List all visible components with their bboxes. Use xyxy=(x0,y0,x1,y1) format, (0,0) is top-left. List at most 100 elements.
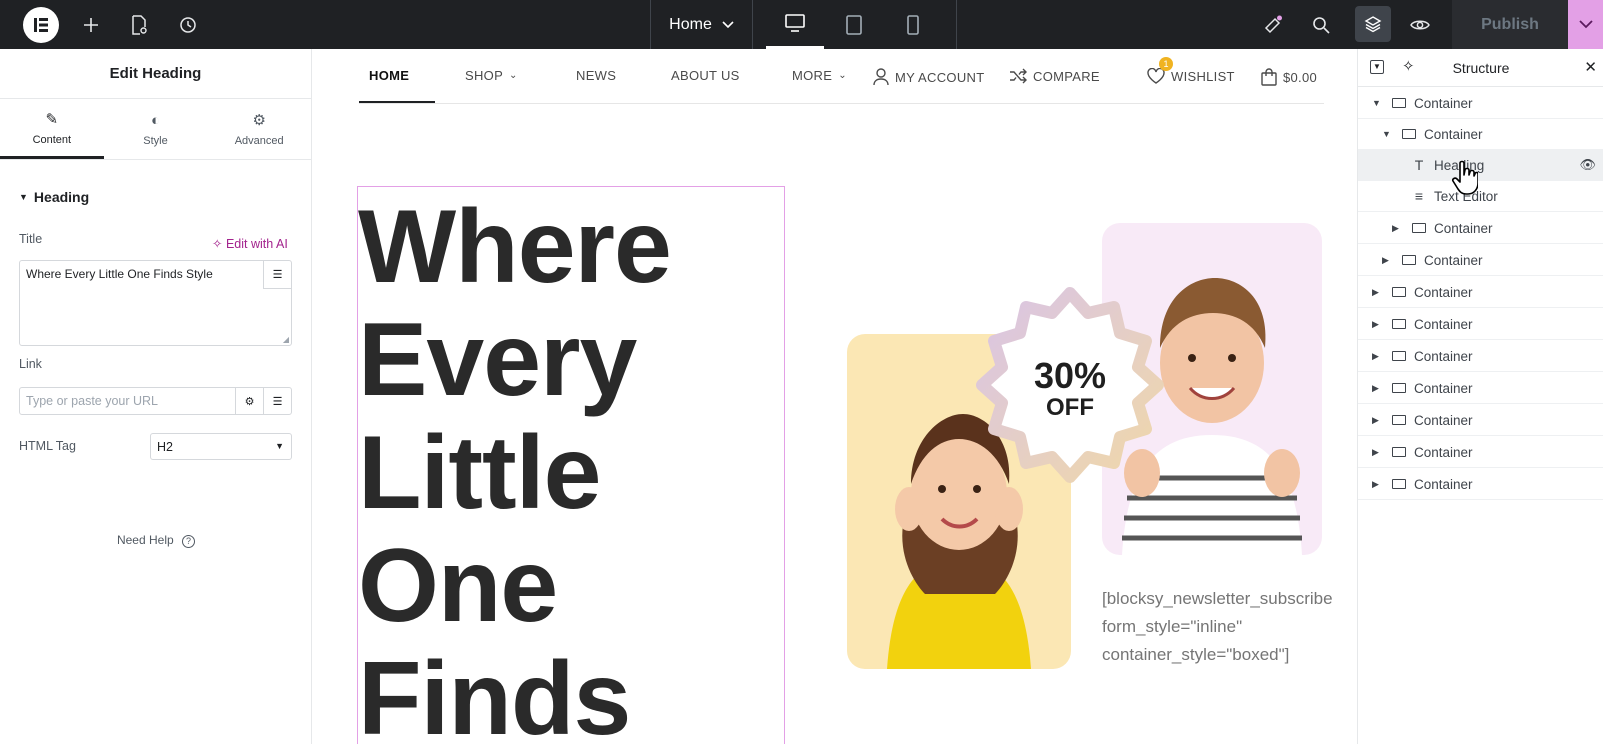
structure-row-container[interactable]: ▶ Container xyxy=(1358,245,1603,276)
nav-wishlist[interactable]: WISHLIST xyxy=(1147,68,1235,84)
tab-style[interactable]: ◐ Style xyxy=(104,99,208,159)
caret-down-icon[interactable]: ▼ xyxy=(1382,129,1394,139)
nav-about-us[interactable]: ABOUT US xyxy=(671,68,740,83)
structure-row-container[interactable]: ▶ Container xyxy=(1358,405,1603,436)
chevron-down-icon xyxy=(722,20,734,28)
structure-row-container[interactable]: ▼ Container xyxy=(1358,119,1603,150)
tab-label: Advanced xyxy=(234,135,284,147)
caret-right-icon[interactable]: ▶ xyxy=(1372,287,1384,298)
nav-cart[interactable]: $0.00 xyxy=(1261,68,1317,86)
preview-eye-icon[interactable] xyxy=(1407,12,1433,38)
title-label: Title xyxy=(19,232,43,246)
link-input[interactable]: Type or paste your URL ⚙ ☰ xyxy=(19,387,292,415)
nav-home[interactable]: HOME xyxy=(369,68,409,83)
nav-compare[interactable]: COMPARE xyxy=(1009,68,1100,84)
dynamic-tags-icon[interactable]: ☰ xyxy=(263,387,291,415)
help-circle-icon: ? xyxy=(182,535,196,548)
structure-row-label: Container xyxy=(1434,220,1493,236)
structure-row-container[interactable]: ▶ Container xyxy=(1358,373,1603,404)
caret-right-icon[interactable]: ▶ xyxy=(1372,383,1384,394)
newsletter-shortcode-text: [blocksy_newsletter_subscribe form_style… xyxy=(1102,589,1333,664)
elementor-logo-icon[interactable] xyxy=(23,7,59,43)
structure-row-container[interactable]: ▶ Container xyxy=(1358,469,1603,500)
nav-my-account[interactable]: MY ACCOUNT xyxy=(873,68,984,86)
heading-line: One xyxy=(358,528,558,644)
structure-row-heading[interactable]: T Heading 👁 xyxy=(1358,150,1603,181)
discount-off: OFF xyxy=(1046,394,1094,421)
structure-row-container[interactable]: ▶ Container xyxy=(1358,213,1603,244)
visibility-eye-icon[interactable]: 👁 xyxy=(1579,157,1596,173)
caret-right-icon[interactable]: ▶ xyxy=(1392,223,1404,234)
structure-row-text[interactable]: ≡ Text Editor xyxy=(1358,181,1603,212)
tab-advanced[interactable]: ⚙ Advanced xyxy=(207,99,311,159)
html-tag-value: H2 xyxy=(157,440,173,454)
caret-right-icon[interactable]: ▶ xyxy=(1382,255,1394,266)
need-help-link[interactable]: Need Help ? xyxy=(0,533,312,548)
tab-content[interactable]: ✎ Content xyxy=(0,99,104,159)
mobile-icon[interactable] xyxy=(884,0,942,49)
container-icon xyxy=(1392,319,1406,329)
nav-active-underline xyxy=(359,101,435,103)
close-icon[interactable]: ✕ xyxy=(1584,58,1597,76)
link-label: Link xyxy=(19,357,42,371)
nav-news[interactable]: NEWS xyxy=(576,68,616,83)
panel-tabs: ✎ Content ◐ Style ⚙ Advanced xyxy=(0,99,311,160)
structure-row-container[interactable]: ▶ Container xyxy=(1358,437,1603,468)
container-icon xyxy=(1392,415,1406,425)
link-options-gear-icon[interactable]: ⚙ xyxy=(235,387,263,415)
nav-shop[interactable]: SHOP ⌄ xyxy=(465,68,518,83)
tab-label: Style xyxy=(143,134,168,147)
nav-more[interactable]: MORE ⌄ xyxy=(792,68,847,83)
container-icon xyxy=(1392,447,1406,457)
container-icon xyxy=(1412,223,1426,233)
add-icon[interactable] xyxy=(78,12,104,38)
structure-row-container[interactable]: ▼ Container xyxy=(1358,88,1603,119)
shuffle-icon xyxy=(1010,68,1027,84)
notifications-icon[interactable] xyxy=(1260,12,1286,38)
search-icon[interactable] xyxy=(1308,12,1334,38)
publish-options-button[interactable] xyxy=(1568,0,1603,49)
nav-label: MORE xyxy=(792,68,833,83)
caret-down-icon[interactable]: ▼ xyxy=(1372,98,1384,108)
heading-type-icon: T xyxy=(1414,157,1424,173)
section-heading-toggle[interactable]: ▼ Heading xyxy=(19,189,89,205)
contrast-icon: ◐ xyxy=(150,111,161,129)
hero-heading[interactable]: Where Every Little One Finds xyxy=(358,191,778,744)
heading-line: Little xyxy=(358,415,601,531)
caret-right-icon[interactable]: ▶ xyxy=(1372,479,1384,490)
structure-row-label: Container xyxy=(1414,348,1473,364)
title-textarea[interactable]: Where Every Little One Finds Style ☰ ◢ xyxy=(19,260,292,346)
caret-right-icon[interactable]: ▶ xyxy=(1372,351,1384,362)
tablet-icon[interactable] xyxy=(825,0,883,49)
page-canvas: HOME SHOP ⌄ NEWS ABOUT US MORE ⌄ MY ACCO… xyxy=(313,49,1357,744)
container-icon xyxy=(1392,287,1406,297)
edit-with-ai-label: Edit with AI xyxy=(225,237,288,251)
heading-line: Every xyxy=(358,302,637,418)
page-settings-icon[interactable] xyxy=(126,12,152,38)
layers-icon[interactable] xyxy=(1355,6,1391,42)
structure-row-label: Container xyxy=(1414,380,1473,396)
container-icon xyxy=(1392,383,1406,393)
dynamic-tags-icon[interactable]: ☰ xyxy=(263,261,291,289)
history-icon[interactable] xyxy=(175,12,201,38)
edit-with-ai-link[interactable]: ✧ Edit with AI xyxy=(212,236,288,251)
nav-label: COMPARE xyxy=(1033,68,1100,84)
structure-row-container[interactable]: ▶ Container xyxy=(1358,341,1603,372)
page-selector[interactable]: Home xyxy=(650,0,753,49)
structure-row-label: Container xyxy=(1414,476,1473,492)
resize-handle-icon[interactable]: ◢ xyxy=(283,335,289,344)
caret-right-icon[interactable]: ▶ xyxy=(1372,415,1384,426)
top-bar: Home Publish xyxy=(0,0,1603,49)
structure-row-container[interactable]: ▶ Container xyxy=(1358,309,1603,340)
structure-row-label: Container xyxy=(1424,126,1483,142)
caret-right-icon[interactable]: ▶ xyxy=(1372,447,1384,458)
desktop-icon[interactable] xyxy=(766,0,824,49)
html-tag-select[interactable]: H2 ▼ xyxy=(150,433,292,460)
publish-button[interactable]: Publish xyxy=(1452,0,1568,49)
wishlist-count-badge: 1 xyxy=(1159,57,1173,71)
structure-row-label: Container xyxy=(1414,412,1473,428)
container-icon xyxy=(1402,129,1416,139)
structure-row-container[interactable]: ▶ Container xyxy=(1358,277,1603,308)
page-name: Home xyxy=(669,15,712,33)
caret-right-icon[interactable]: ▶ xyxy=(1372,319,1384,330)
